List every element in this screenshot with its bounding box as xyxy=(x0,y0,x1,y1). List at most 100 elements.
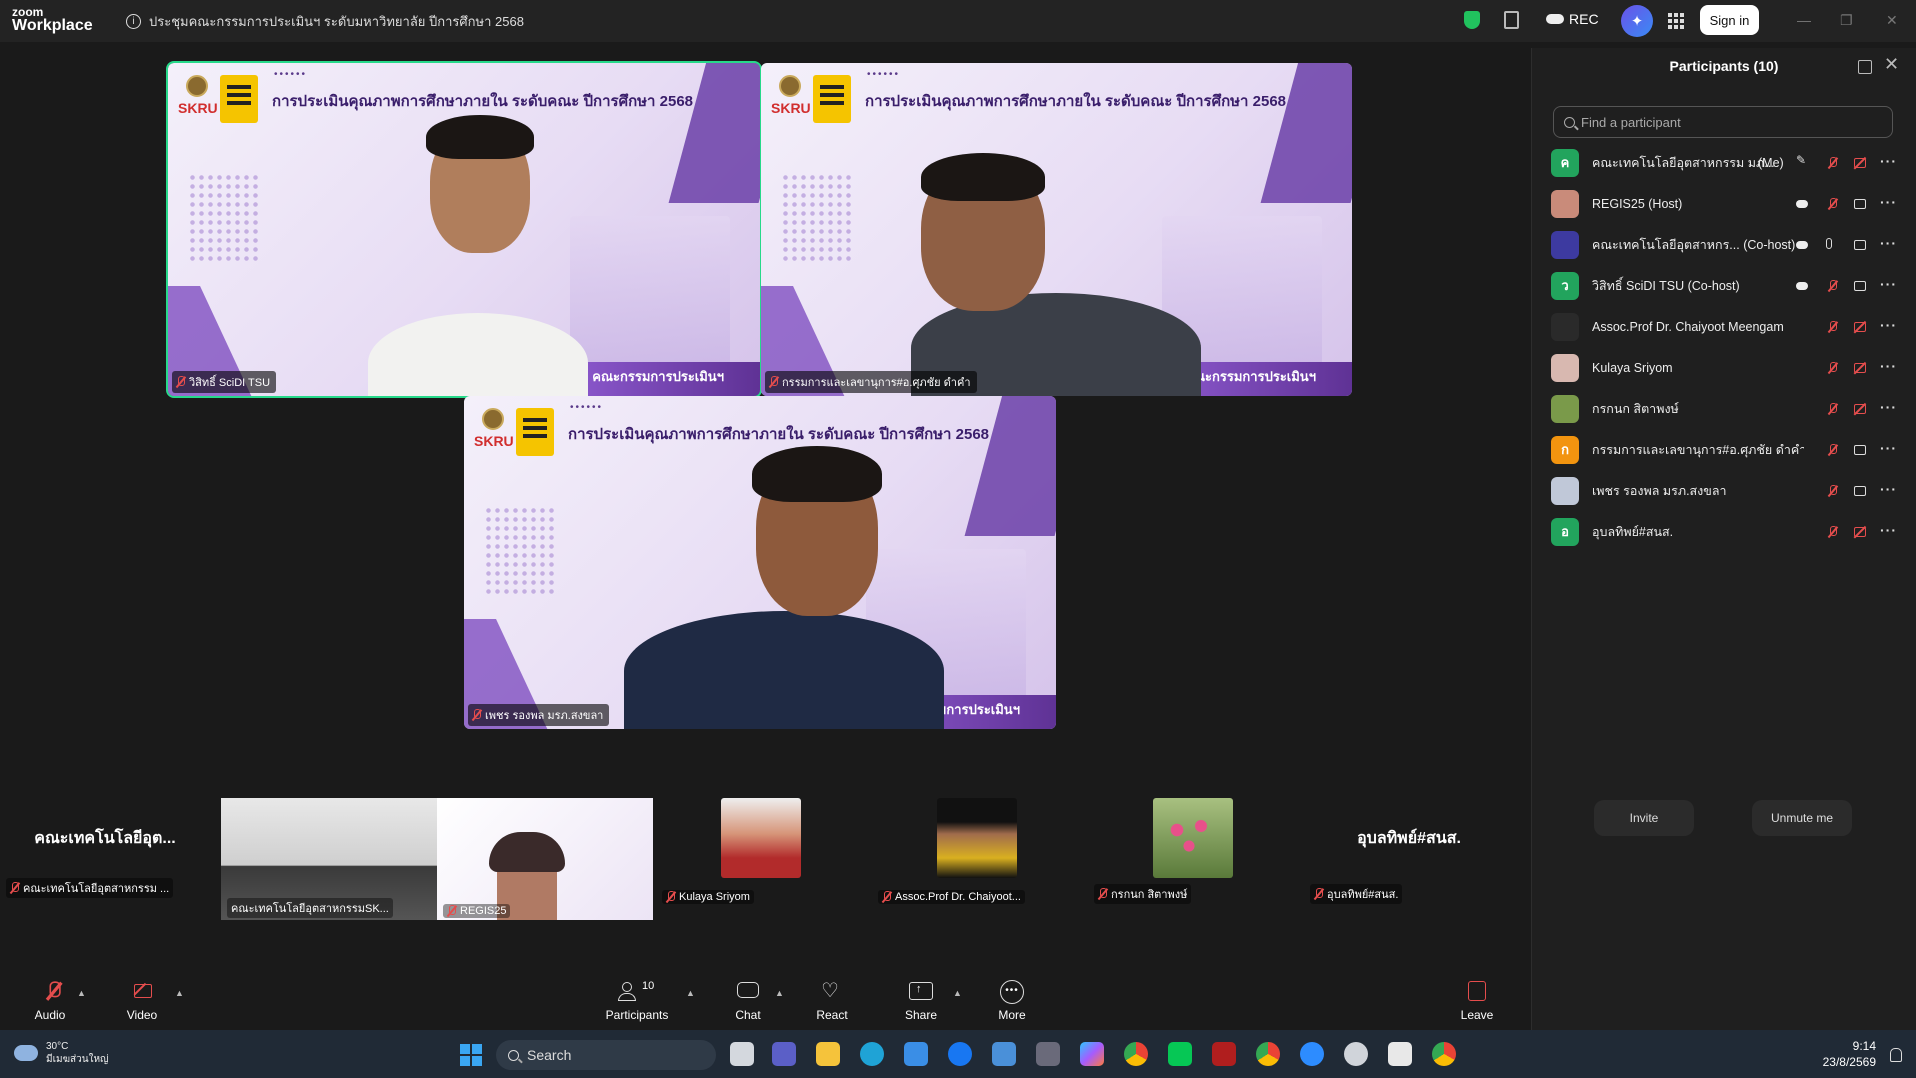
minimize-button[interactable]: — xyxy=(1797,12,1811,28)
participants-options-caret-icon[interactable]: ▲ xyxy=(686,988,695,998)
ai-companion-icon[interactable]: ✦ xyxy=(1621,5,1653,37)
camera-on-icon[interactable] xyxy=(1854,485,1866,496)
mic-muted-icon[interactable] xyxy=(1828,361,1842,375)
participant-row[interactable]: อ อุบลทิพย์#สนส. ··· xyxy=(1532,511,1916,552)
more-options-icon[interactable]: ··· xyxy=(1880,235,1896,251)
file-explorer-icon[interactable] xyxy=(816,1042,840,1066)
store-icon[interactable] xyxy=(904,1042,928,1066)
react-button[interactable]: ♡ React xyxy=(812,980,852,1022)
invite-button[interactable]: Invite xyxy=(1594,800,1694,836)
audio-button[interactable]: Audio xyxy=(30,980,70,1022)
chrome-icon[interactable] xyxy=(1124,1042,1148,1066)
mic-muted-icon[interactable] xyxy=(1828,402,1842,416)
mic-muted-icon[interactable] xyxy=(1828,443,1842,457)
audio-options-caret-icon[interactable]: ▲ xyxy=(77,988,86,998)
participant-row[interactable]: ค คณะเทคโนโลยีอุตสาหกรรม มภ... (Me) ✎ ··… xyxy=(1532,142,1916,183)
mic-muted-icon[interactable] xyxy=(1828,525,1842,539)
magic-wand-icon[interactable]: ✎ xyxy=(1796,153,1810,167)
video-tile[interactable]: คณะกรรมการประเมินฯ SKRU •••••• การประเมิ… xyxy=(761,63,1352,396)
mic-on-icon[interactable] xyxy=(1826,237,1832,249)
more-button[interactable]: ••• More xyxy=(992,980,1032,1022)
more-options-icon[interactable]: ··· xyxy=(1880,522,1896,538)
camera-off-icon[interactable] xyxy=(1854,321,1866,332)
chrome-icon[interactable] xyxy=(1256,1042,1280,1066)
acrobat-icon[interactable] xyxy=(1212,1042,1236,1066)
notification-bell-icon[interactable] xyxy=(1890,1048,1902,1062)
camera-on-icon[interactable] xyxy=(1854,198,1866,209)
encryption-shield-icon[interactable] xyxy=(1464,11,1480,29)
teams-icon[interactable] xyxy=(772,1042,796,1066)
apps-grid-icon[interactable] xyxy=(1668,13,1684,29)
pop-out-icon[interactable] xyxy=(1858,60,1872,74)
participant-row[interactable]: กรกนก สิตาพงษ์ ··· xyxy=(1532,388,1916,429)
participant-row[interactable]: Assoc.Prof Dr. Chaiyoot Meengam ··· xyxy=(1532,306,1916,347)
more-options-icon[interactable]: ··· xyxy=(1880,399,1896,415)
info-icon[interactable]: i xyxy=(126,14,141,29)
camera-off-icon[interactable] xyxy=(1854,157,1866,168)
snipping-tool-icon[interactable] xyxy=(1388,1042,1412,1066)
camera-off-icon[interactable] xyxy=(1854,526,1866,537)
participant-row[interactable]: REGIS25 (Host) ··· xyxy=(1532,183,1916,224)
mic-muted-icon[interactable] xyxy=(1828,320,1842,334)
more-options-icon[interactable]: ··· xyxy=(1880,194,1896,210)
participant-row[interactable]: เพชร รองพล มรภ.สงขลา ··· xyxy=(1532,470,1916,511)
mic-muted-icon[interactable] xyxy=(1828,197,1842,211)
windows-start-icon[interactable] xyxy=(460,1044,482,1066)
system-clock[interactable]: 9:14 23/8/2569 xyxy=(1823,1038,1876,1070)
line-icon[interactable] xyxy=(1168,1042,1192,1066)
copilot-icon[interactable] xyxy=(1080,1042,1104,1066)
chat-button[interactable]: Chat xyxy=(728,980,768,1022)
leave-button[interactable]: Leave xyxy=(1457,980,1497,1022)
task-view-icon[interactable] xyxy=(730,1042,754,1066)
mic-muted-icon[interactable] xyxy=(1828,156,1842,170)
mic-muted-icon[interactable] xyxy=(1828,279,1842,293)
strip-tile[interactable]: อุบลทิพย์#สนส. อุบลทิพย์#สนส. xyxy=(1304,798,1514,904)
app-icon[interactable] xyxy=(1036,1042,1060,1066)
strip-tile[interactable]: REGIS25 xyxy=(437,798,653,920)
zoom-icon[interactable] xyxy=(1300,1042,1324,1066)
video-options-caret-icon[interactable]: ▲ xyxy=(175,988,184,998)
participants-button[interactable]: 10 Participants xyxy=(602,980,672,1022)
restore-button[interactable]: ❐ xyxy=(1840,12,1853,29)
more-options-icon[interactable]: ··· xyxy=(1880,276,1896,292)
weather-widget[interactable]: 30°C มีเมฆส่วนใหญ่ xyxy=(14,1040,109,1066)
participant-row[interactable]: ก กรรมการและเลขานุการ#อ.ศุภชัย ดำคำ ··· xyxy=(1532,429,1916,470)
notes-icon[interactable] xyxy=(1504,11,1519,29)
strip-tile[interactable]: คณะเทคโนโลยีอุต... คณะเทคโนโลยีอุตสาหกรร… xyxy=(0,798,210,898)
participant-search[interactable] xyxy=(1553,106,1893,138)
video-tile[interactable]: คณะกรรมการประเมินฯ SKRU •••••• การประเมิ… xyxy=(464,396,1056,729)
more-options-icon[interactable]: ··· xyxy=(1880,317,1896,333)
strip-tile[interactable]: คณะเทคโนโลยีอุตสาหกรรมSK... xyxy=(221,798,437,920)
more-options-icon[interactable]: ··· xyxy=(1880,481,1896,497)
cloud-recording-indicator[interactable]: REC xyxy=(1546,11,1599,27)
mic-muted-icon[interactable] xyxy=(1828,484,1842,498)
video-button[interactable]: Video xyxy=(122,980,162,1022)
strip-tile[interactable]: Kulaya Sriyom xyxy=(656,798,866,904)
chat-options-caret-icon[interactable]: ▲ xyxy=(775,988,784,998)
search-input[interactable] xyxy=(1581,114,1881,130)
more-options-icon[interactable]: ··· xyxy=(1880,440,1896,456)
more-options-icon[interactable]: ··· xyxy=(1880,153,1896,169)
participant-row[interactable]: Kulaya Sriyom ··· xyxy=(1532,347,1916,388)
camera-on-icon[interactable] xyxy=(1854,239,1866,250)
edge-icon[interactable] xyxy=(860,1042,884,1066)
more-options-icon[interactable]: ··· xyxy=(1880,358,1896,374)
app-icon[interactable] xyxy=(1344,1042,1368,1066)
strip-tile[interactable]: กรกนก สิตาพงษ์ xyxy=(1088,798,1298,904)
video-tile[interactable]: คณะกรรมการประเมินฯ SKRU •••••• การประเมิ… xyxy=(166,61,762,398)
camera-off-icon[interactable] xyxy=(1854,362,1866,373)
participant-row[interactable]: คณะเทคโนโลยีอุตสาหกร... (Co-host) ··· xyxy=(1532,224,1916,265)
participant-row[interactable]: ว วิสิทธิ์ SciDI TSU (Co-host) ··· xyxy=(1532,265,1916,306)
camera-off-icon[interactable] xyxy=(1854,403,1866,414)
close-panel-icon[interactable]: ✕ xyxy=(1884,54,1899,75)
sign-in-button[interactable]: Sign in xyxy=(1700,5,1759,35)
strip-tile[interactable]: Assoc.Prof Dr. Chaiyoot... xyxy=(872,798,1082,904)
taskbar-search[interactable]: Search xyxy=(496,1040,716,1070)
meeting-info[interactable]: i ประชุมคณะกรรมการประเมินฯ ระดับมหาวิทยา… xyxy=(126,11,524,32)
unmute-me-button[interactable]: Unmute me xyxy=(1752,800,1852,836)
share-options-caret-icon[interactable]: ▲ xyxy=(953,988,962,998)
share-button[interactable]: ↑ Share xyxy=(901,980,941,1022)
facebook-icon[interactable] xyxy=(948,1042,972,1066)
chrome-icon[interactable] xyxy=(1432,1042,1456,1066)
notepad-icon[interactable] xyxy=(992,1042,1016,1066)
